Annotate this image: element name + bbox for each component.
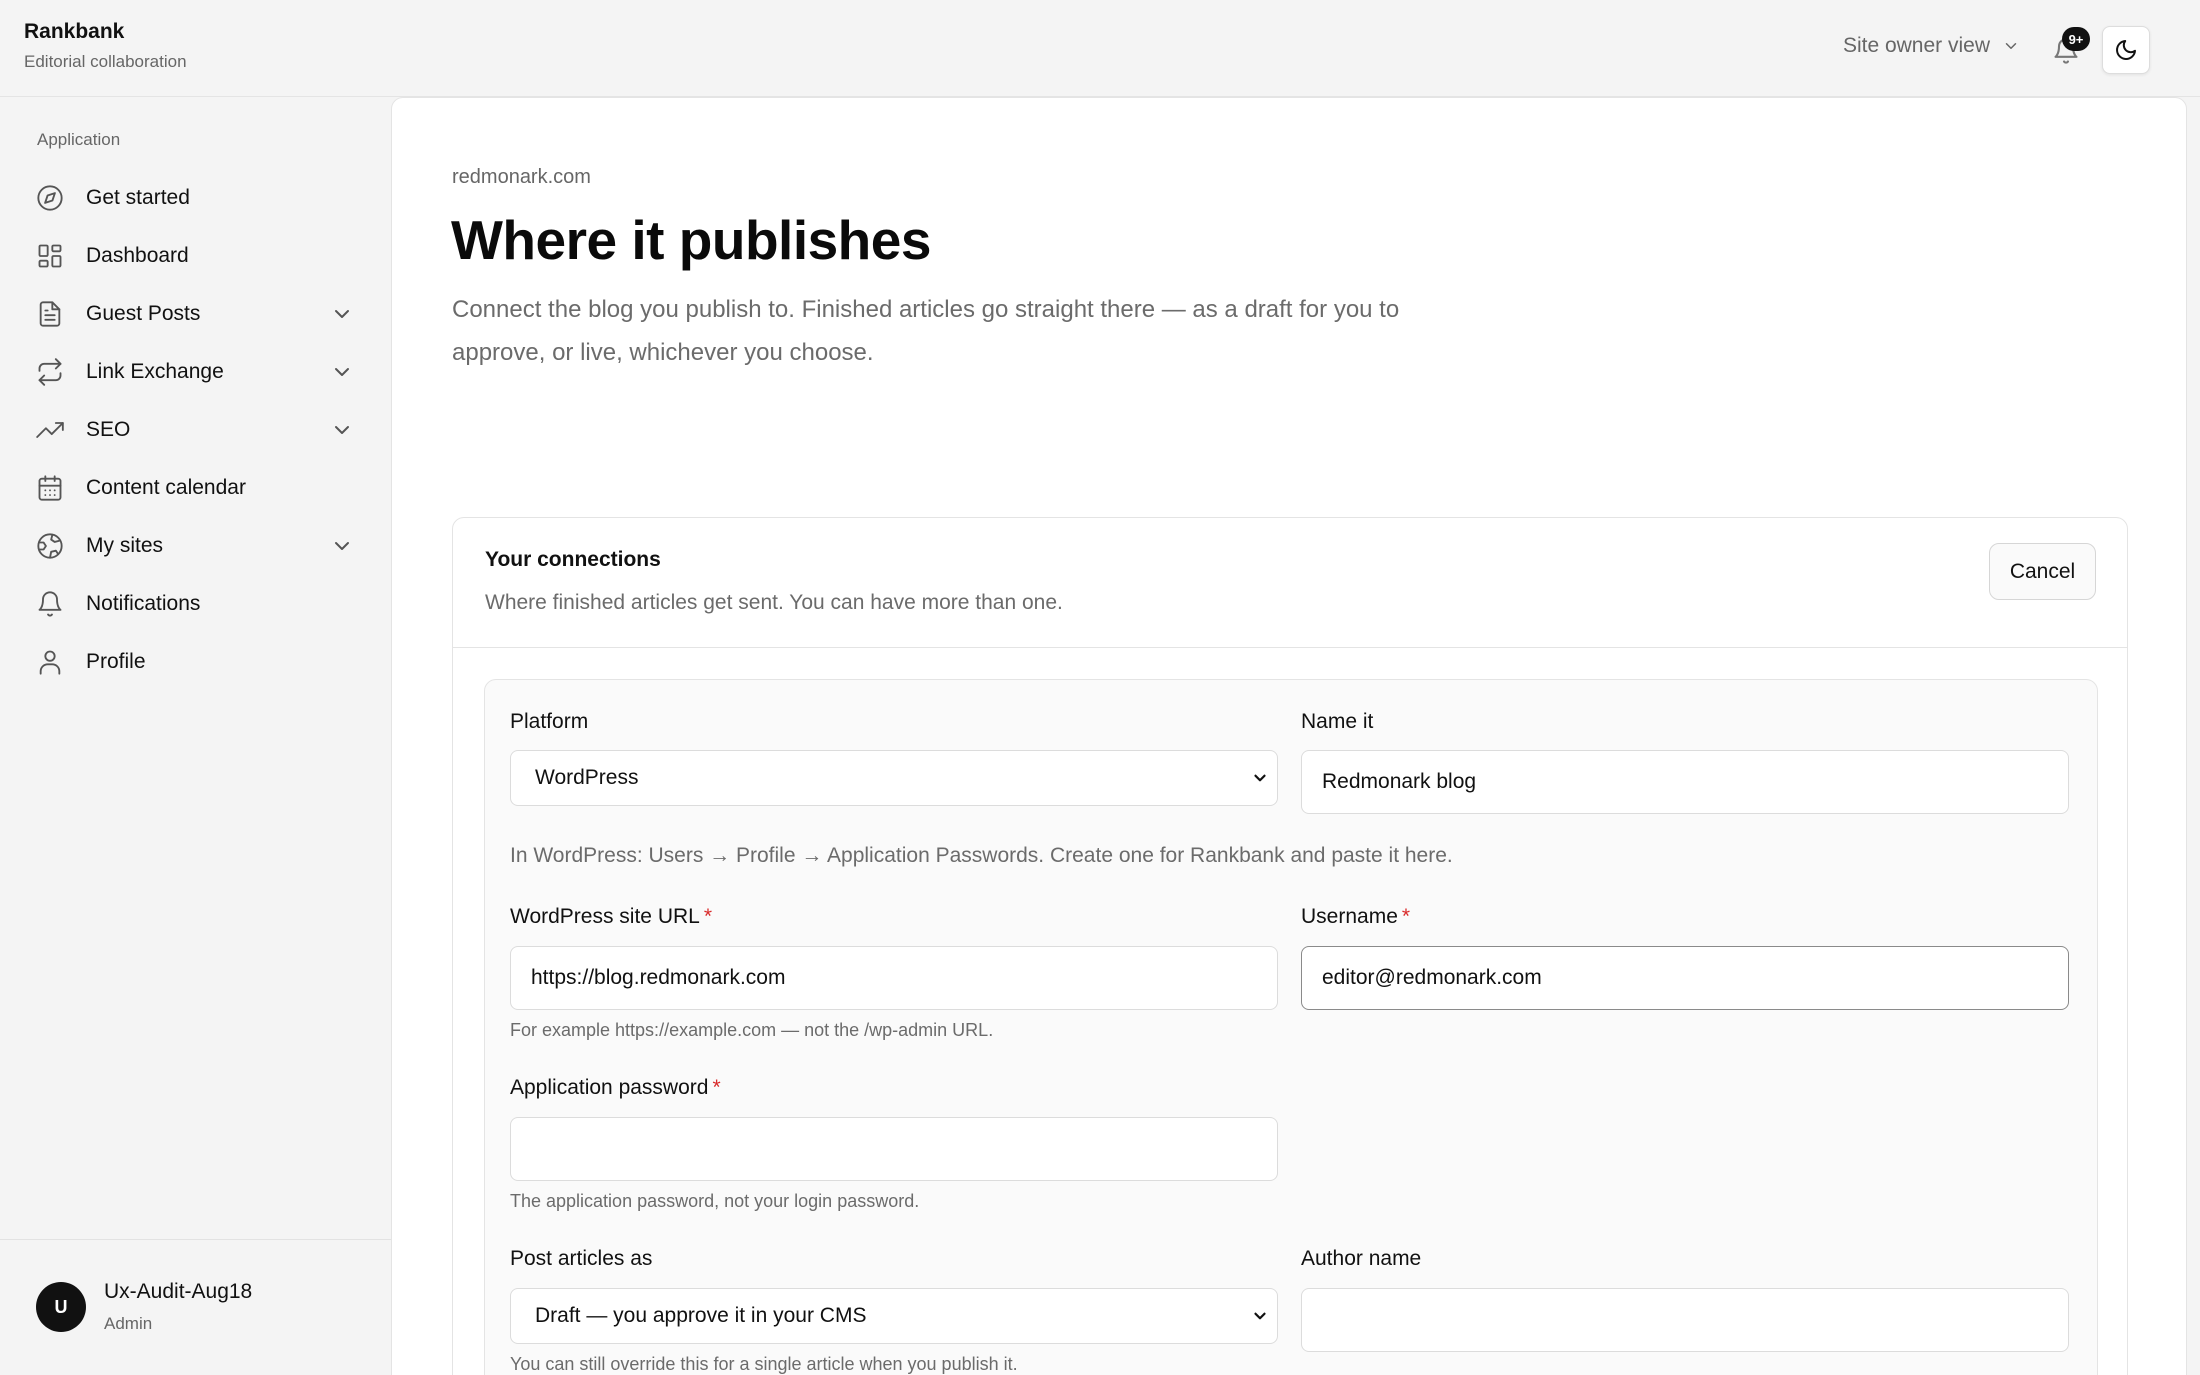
app-subtitle: Editorial collaboration [24,52,187,71]
sidebar-item-label: Get started [86,186,190,209]
post-as-select[interactable]: Draft — you approve it in your CMS [510,1288,1278,1344]
chevron-down-icon [1254,1312,1266,1320]
sidebar-item-guest-posts[interactable]: Guest Posts [24,285,364,343]
bell-icon [36,590,64,618]
author-name-input[interactable] [1301,1288,2069,1352]
sidebar-item-seo[interactable]: SEO [24,401,364,459]
top-bar: Rankbank Editorial collaboration Site ow… [0,0,2200,97]
connection-form: Platform WordPress Name it In WordPress:… [484,679,2098,1375]
connections-title: Your connections [485,548,661,571]
notifications-badge: 9+ [2062,27,2090,51]
site-domain: redmonark.com [452,166,591,188]
page-description: Connect the blog you publish to. Finishe… [452,296,1400,366]
platform-select-value: WordPress [535,766,639,789]
site-url-label: WordPress site URL * [510,905,712,929]
sidebar-section-label: Application [37,130,121,149]
trending-up-icon [36,416,64,444]
author-label: Author name [1301,1247,1422,1270]
platform-label: Platform [510,710,589,733]
sidebar: Application Get started Dashboard Guest … [0,97,391,1375]
name-label: Name it [1301,710,1374,733]
page-title: Where it publishes [451,209,931,271]
application-password-input[interactable] [510,1117,1278,1181]
user-name: Ux-Audit-Aug18 [104,1280,253,1303]
site-url-hint: For example https://example.com — not th… [510,1020,994,1040]
theme-toggle-button[interactable] [2102,26,2150,74]
user-menu[interactable]: U Ux-Audit-Aug18 Admin [0,1239,391,1375]
user-role: Admin [104,1314,153,1333]
post-as-hint: You can still override this for a single… [510,1354,1018,1374]
user-icon [36,648,64,676]
sidebar-item-my-sites[interactable]: My sites [24,517,364,575]
sidebar-item-label: My sites [86,534,164,557]
sidebar-item-get-started[interactable]: Get started [24,169,364,227]
password-label-text: Application password [510,1076,709,1099]
username-input[interactable] [1301,946,2069,1010]
chevron-down-icon [335,542,349,550]
sidebar-item-label: Dashboard [86,244,189,267]
view-switcher[interactable]: Site owner view [1843,34,2020,58]
app-name: Rankbank [24,20,125,43]
main-panel: redmonark.com Where it publishes Connect… [391,97,2187,1375]
post-as-select-value: Draft — you approve it in your CMS [535,1304,867,1327]
view-switch-label: Site owner view [1842,34,1990,57]
sidebar-item-label: Profile [86,650,146,673]
brand: Rankbank Editorial collaboration [24,20,187,72]
connections-header: Your connections Where finished articles… [453,518,2127,648]
moon-icon [2116,40,2136,60]
chevron-down-icon [335,310,349,318]
sidebar-item-label: Content calendar [86,476,246,499]
sidebar-item-link-exchange[interactable]: Link Exchange [24,343,364,401]
compass-icon [36,184,64,212]
password-hint: The application password, not your login… [510,1191,920,1211]
chevron-down-icon [1254,774,1266,782]
document-icon [36,300,64,328]
connections-subtitle: Where finished articles get sent. You ca… [485,591,1063,614]
dashboard-grid-icon [36,242,64,270]
connection-name-input[interactable] [1301,750,2069,814]
platform-select[interactable]: WordPress [510,750,1278,806]
globe-icon [36,532,64,560]
post-as-label: Post articles as [510,1247,653,1270]
site-url-input[interactable] [510,946,1278,1010]
required-marker: * [703,905,713,928]
required-marker: * [1401,905,1411,928]
sidebar-item-label: SEO [86,418,131,441]
calendar-icon [36,474,64,502]
sidebar-nav: Get started Dashboard Guest Posts Link E… [24,169,364,691]
sidebar-item-label: Notifications [86,592,201,615]
username-label: Username * [1301,905,1410,929]
required-marker: * [712,1076,721,1099]
connections-card: Your connections Where finished articles… [452,517,2128,1375]
site-url-label-text: WordPress site URL [510,905,700,928]
wordpress-instructions: In WordPress: Users → Profile → Applicat… [510,844,1453,867]
cancel-button[interactable]: Cancel [1989,543,2096,600]
sidebar-item-notifications[interactable]: Notifications [24,575,364,633]
password-label: Application password * [510,1076,721,1100]
chevron-down-icon [335,368,349,376]
notifications-button[interactable]: 9+ [2050,27,2090,65]
chevron-down-icon [335,426,349,434]
sidebar-item-label: Link Exchange [86,360,224,383]
sidebar-item-dashboard[interactable]: Dashboard [24,227,364,285]
chevron-down-icon [2005,43,2017,49]
sidebar-item-profile[interactable]: Profile [24,633,364,691]
sidebar-item-content-calendar[interactable]: Content calendar [24,459,364,517]
exchange-arrows-icon [36,358,64,386]
avatar: U [36,1282,86,1332]
username-label-text: Username [1301,905,1398,928]
sidebar-item-label: Guest Posts [86,302,201,325]
